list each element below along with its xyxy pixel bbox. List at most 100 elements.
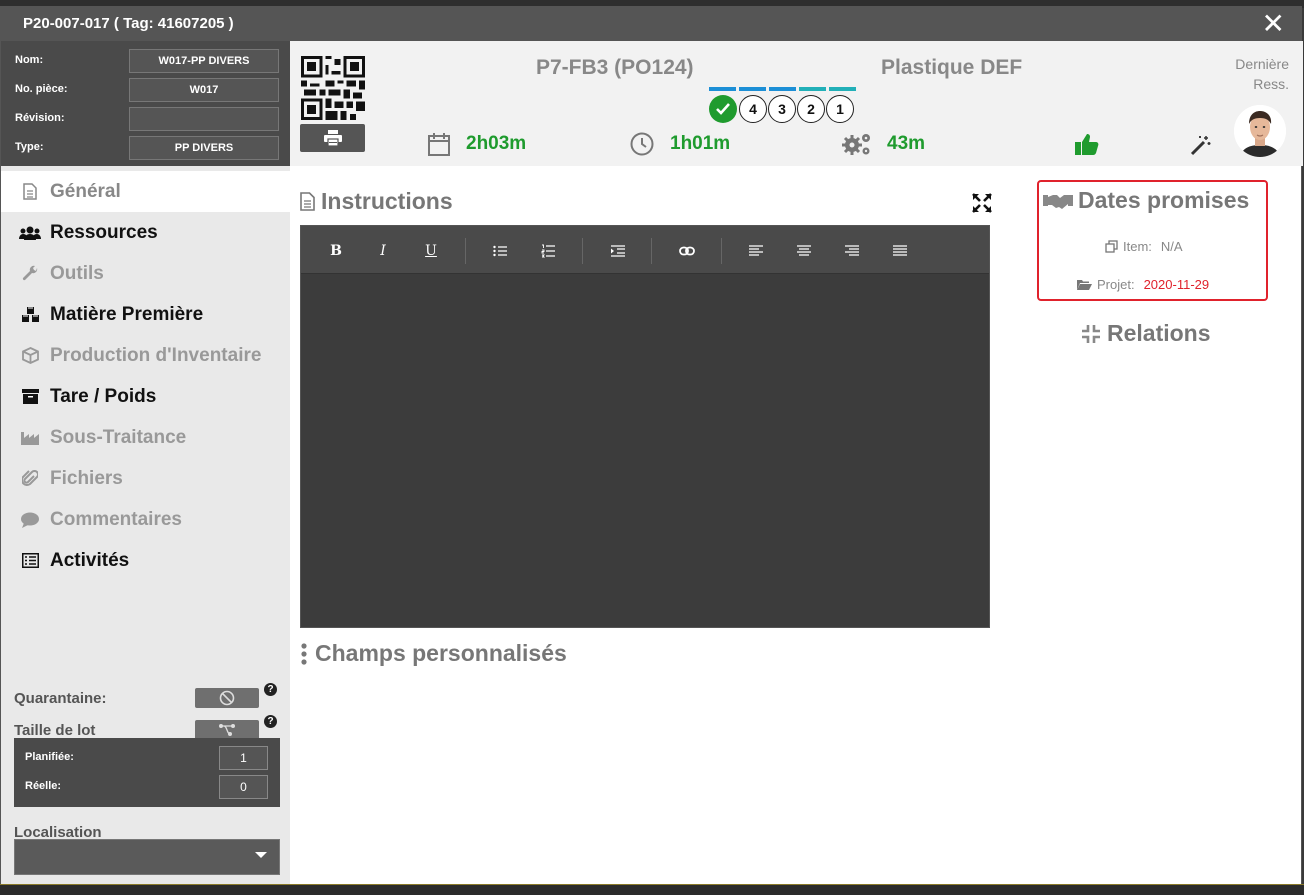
nav-item-ressources[interactable]: Ressources xyxy=(1,212,290,253)
item-label: Item: xyxy=(1123,239,1152,254)
align-center-button[interactable] xyxy=(790,238,818,264)
folder-open-icon xyxy=(1077,279,1092,290)
archive-icon xyxy=(19,389,41,404)
toolbar-divider xyxy=(465,238,466,264)
item-value: N/A xyxy=(1160,239,1183,254)
numbered-list-icon xyxy=(541,244,555,258)
copy-icon xyxy=(1105,240,1118,253)
planned-time: 2h03m xyxy=(466,133,527,154)
clock-icon xyxy=(630,132,654,156)
align-right-button[interactable] xyxy=(838,238,866,264)
editor-toolbar: B I U xyxy=(301,226,989,274)
custom-fields-heading: Champs personnalisés xyxy=(300,640,567,667)
italic-button[interactable]: I xyxy=(369,238,397,264)
instructions-title: Instructions xyxy=(321,188,453,214)
job-header: P7-FB3 (PO124) Plastique DEF 4 3 2 1 2h0… xyxy=(290,41,1303,166)
bullet-list-button[interactable] xyxy=(486,238,514,264)
check-icon[interactable] xyxy=(709,95,737,123)
info-label: Nom: xyxy=(15,54,44,66)
nav-item-label: Général xyxy=(50,180,121,202)
nav-item-label: Commentaires xyxy=(50,508,182,530)
lot-quantities-panel: Planifiée: 1 Réelle: 0 xyxy=(14,738,280,807)
align-left-button[interactable] xyxy=(742,238,770,264)
vertical-dots-icon xyxy=(301,642,307,665)
stage-circle[interactable]: 4 xyxy=(739,95,767,123)
help-icon[interactable]: ? xyxy=(264,715,277,728)
modal-title: P20-007-017 ( Tag: 41607205 ) xyxy=(23,15,234,32)
elapsed-time: 1h01m xyxy=(670,133,731,154)
promised-dates-title: Dates promises xyxy=(1078,187,1250,213)
relations-heading: Relations xyxy=(1081,320,1211,347)
wrench-icon xyxy=(19,265,41,282)
file-icon xyxy=(19,183,41,200)
lot-split-button[interactable] xyxy=(195,720,259,740)
stage-circle[interactable]: 3 xyxy=(768,95,796,123)
thumbs-up-icon[interactable] xyxy=(1074,131,1100,157)
nav-item-commentaires[interactable]: Commentaires xyxy=(1,499,290,540)
indent-button[interactable] xyxy=(604,238,632,264)
instructions-editor: B I U xyxy=(300,225,990,628)
indent-icon xyxy=(611,245,625,257)
avatar[interactable] xyxy=(1234,105,1286,157)
bold-button[interactable]: B xyxy=(322,238,350,264)
nav-item-label: Outils xyxy=(50,262,104,284)
actual-quantity-field[interactable]: 0 xyxy=(219,775,268,799)
info-value[interactable]: W017-PP DIVERS xyxy=(129,49,279,73)
link-button[interactable] xyxy=(673,238,701,264)
file-icon xyxy=(300,192,315,211)
editor-body[interactable] xyxy=(301,275,989,627)
magic-wand-icon[interactable] xyxy=(1190,134,1212,156)
nav-item-outils[interactable]: Outils xyxy=(1,253,290,294)
info-row-revision: Révision: xyxy=(15,107,285,131)
chevron-down-icon xyxy=(255,852,267,858)
handshake-icon xyxy=(1043,194,1073,209)
actual-label: Réelle: xyxy=(25,780,62,792)
compress-icon xyxy=(1082,324,1100,343)
cubes-icon xyxy=(19,306,41,323)
stage-circle[interactable]: 1 xyxy=(826,95,854,123)
nav-item-general[interactable]: Général xyxy=(1,171,290,212)
stage-bar xyxy=(739,87,766,91)
help-icon[interactable]: ? xyxy=(264,683,277,696)
toolbar-divider xyxy=(582,238,583,264)
bullet-list-icon xyxy=(493,245,507,257)
expand-icon[interactable] xyxy=(971,192,993,214)
info-row-piece: No. pièce: W017 xyxy=(15,78,285,102)
align-center-icon xyxy=(797,245,811,256)
quarantine-toggle[interactable] xyxy=(195,688,259,708)
close-button[interactable]: ✕ xyxy=(1262,10,1285,38)
stage-progress-bars xyxy=(709,87,856,91)
instructions-heading: Instructions xyxy=(300,188,453,215)
planned-quantity-field[interactable]: 1 xyxy=(219,746,268,770)
justify-button[interactable] xyxy=(886,238,914,264)
nav-item-production-inventaire[interactable]: Production d'Inventaire xyxy=(1,335,290,376)
left-sidebar: Nom: W017-PP DIVERS No. pièce: W017 Révi… xyxy=(1,41,290,887)
quarantine-label: Quarantaine: xyxy=(14,690,107,707)
nav-item-matiere-premiere[interactable]: Matière Première xyxy=(1,294,290,335)
info-value[interactable]: W017 xyxy=(129,78,279,102)
nav-item-tare-poids[interactable]: Tare / Poids xyxy=(1,376,290,417)
qr-code xyxy=(301,56,365,120)
info-value[interactable]: PP DIVERS xyxy=(129,136,279,160)
location-select[interactable] xyxy=(14,839,280,875)
custom-fields-title: Champs personnalisés xyxy=(315,640,567,666)
nav-item-sous-traitance[interactable]: Sous-Traitance xyxy=(1,417,290,458)
nav-item-label: Sous-Traitance xyxy=(50,426,187,448)
info-label: Type: xyxy=(15,141,44,153)
justify-icon xyxy=(893,245,907,256)
nav-item-label: Tare / Poids xyxy=(50,385,157,407)
nav-item-activites[interactable]: Activités xyxy=(1,540,290,581)
nav-item-fichiers[interactable]: Fichiers xyxy=(1,458,290,499)
stage-circle[interactable]: 2 xyxy=(797,95,825,123)
print-button[interactable] xyxy=(300,124,365,152)
info-label: Révision: xyxy=(15,112,65,124)
avatar-image xyxy=(1234,105,1286,157)
numbered-list-button[interactable] xyxy=(534,238,562,264)
customer-name: Plastique DEF xyxy=(881,56,1023,79)
info-row-nom: Nom: W017-PP DIVERS xyxy=(15,49,285,73)
users-icon xyxy=(19,225,41,241)
info-value[interactable] xyxy=(129,107,279,131)
underline-button[interactable]: U xyxy=(417,238,445,264)
info-label: No. pièce: xyxy=(15,83,68,95)
promised-dates-heading: Dates promises xyxy=(1043,187,1249,214)
